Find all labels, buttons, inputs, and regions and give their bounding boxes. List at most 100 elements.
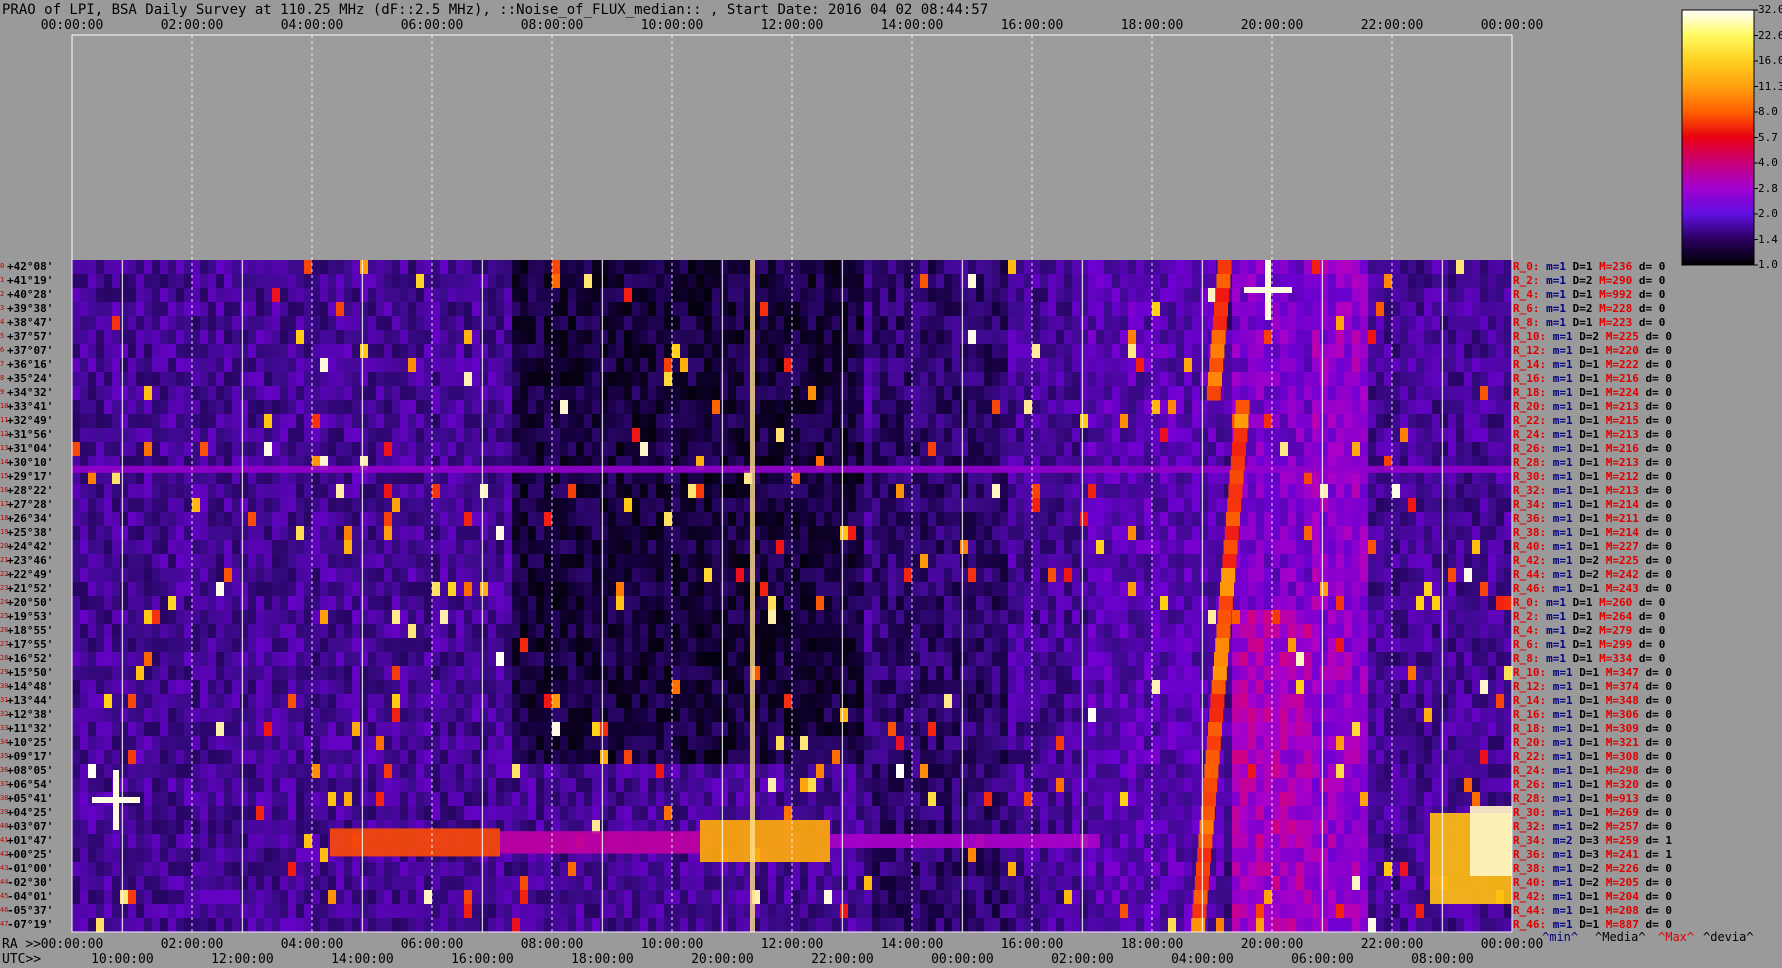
heatmap-cell <box>224 610 233 625</box>
heatmap-cell <box>1184 624 1193 639</box>
heatmap-cell <box>528 540 537 555</box>
heatmap-cell <box>1128 596 1137 611</box>
heatmap-cell <box>776 274 785 289</box>
heatmap-cell <box>272 344 281 359</box>
heatmap-cell <box>728 582 737 597</box>
heatmap-cell <box>1064 344 1073 359</box>
heatmap-cell <box>584 372 593 387</box>
heatmap-cell <box>720 414 729 429</box>
heatmap-cell <box>1248 540 1257 555</box>
heatmap-cell <box>768 442 777 457</box>
heatmap-cell <box>824 442 833 457</box>
heatmap-cell <box>904 358 913 373</box>
heatmap-cell <box>592 484 601 499</box>
heatmap-cell <box>584 554 593 569</box>
heatmap-cell <box>992 330 1001 345</box>
heatmap-cell <box>200 638 209 653</box>
heatmap-cell <box>560 568 569 583</box>
heatmap-cell <box>1296 316 1305 331</box>
heatmap-cell <box>192 624 201 639</box>
heatmap-cell <box>104 526 113 541</box>
heatmap-cell <box>1376 386 1385 401</box>
heatmap-cell <box>848 526 857 541</box>
heatmap-cell <box>536 610 545 625</box>
heatmap-cell <box>1424 330 1433 345</box>
heatmap-cell <box>1344 274 1353 289</box>
heatmap-cell <box>296 386 305 401</box>
heatmap-cell <box>704 344 713 359</box>
heatmap-cell <box>936 624 945 639</box>
heatmap-cell <box>1144 302 1153 317</box>
heatmap-cell <box>984 302 993 317</box>
heatmap-cell <box>1144 624 1153 639</box>
heatmap-cell <box>352 442 361 457</box>
heatmap-cell <box>144 386 153 401</box>
heatmap-cell <box>1184 428 1193 443</box>
heatmap-cell <box>456 596 465 611</box>
heatmap-cell <box>736 288 745 303</box>
heatmap-cell <box>472 638 481 653</box>
heatmap-cell <box>800 568 809 583</box>
heatmap-cell <box>1224 414 1233 429</box>
heatmap-cell <box>240 288 249 303</box>
heatmap-cell <box>1272 302 1281 317</box>
heatmap-cell <box>192 442 201 457</box>
heatmap-cell <box>928 302 937 317</box>
heatmap-cell <box>648 498 657 513</box>
heatmap-cell <box>1488 428 1497 443</box>
heatmap-cell <box>848 400 857 415</box>
heatmap-cell <box>848 414 857 429</box>
heatmap-cell <box>1208 442 1217 457</box>
heatmap-cell <box>728 498 737 513</box>
heatmap-cell <box>1072 330 1081 345</box>
heatmap-cell <box>1416 624 1425 639</box>
heatmap-cell <box>1448 526 1457 541</box>
heatmap-cell <box>1032 372 1041 387</box>
heatmap-cell <box>688 540 697 555</box>
heatmap-cell <box>976 428 985 443</box>
heatmap-cell <box>808 302 817 317</box>
heatmap-cell <box>952 344 961 359</box>
heatmap-cell <box>840 358 849 373</box>
heatmap-cell <box>512 554 521 569</box>
heatmap-cell <box>1176 260 1185 275</box>
heatmap-cell <box>1464 484 1473 499</box>
heatmap-cell <box>376 288 385 303</box>
heatmap-cell <box>872 442 881 457</box>
heatmap-cell <box>1424 568 1433 583</box>
heatmap-cell <box>1032 582 1041 597</box>
heatmap-cell <box>320 260 329 275</box>
heatmap-cell <box>1360 344 1369 359</box>
heatmap-cell <box>240 568 249 583</box>
heatmap-cell <box>1168 610 1177 625</box>
heatmap-cell <box>1416 540 1425 555</box>
heatmap-cell <box>496 568 505 583</box>
heatmap-cell <box>1272 442 1281 457</box>
heatmap-cell <box>1408 372 1417 387</box>
heatmap-cell <box>480 372 489 387</box>
heatmap-cell <box>376 302 385 317</box>
heatmap-cell <box>784 414 793 429</box>
heatmap-cell <box>352 498 361 513</box>
heatmap-cell <box>616 596 625 611</box>
heatmap-cell <box>424 638 433 653</box>
heatmap-cell <box>728 512 737 527</box>
heatmap-cell <box>488 526 497 541</box>
heatmap-cell <box>472 372 481 387</box>
heatmap-cell <box>968 596 977 611</box>
heatmap-cell <box>384 316 393 331</box>
heatmap-cell <box>176 442 185 457</box>
heatmap-cell <box>896 260 905 275</box>
heatmap-cell <box>1336 582 1345 597</box>
heatmap-cell <box>952 610 961 625</box>
heatmap-cell <box>472 526 481 541</box>
heatmap-cell <box>864 302 873 317</box>
heatmap-cell <box>856 344 865 359</box>
heatmap-cell <box>256 554 265 569</box>
heatmap-cell <box>568 554 577 569</box>
heatmap-cell <box>1448 442 1457 457</box>
heatmap-cell <box>904 526 913 541</box>
heatmap-cell <box>584 344 593 359</box>
heatmap-cell <box>976 582 985 597</box>
heatmap-cell <box>1424 554 1433 569</box>
